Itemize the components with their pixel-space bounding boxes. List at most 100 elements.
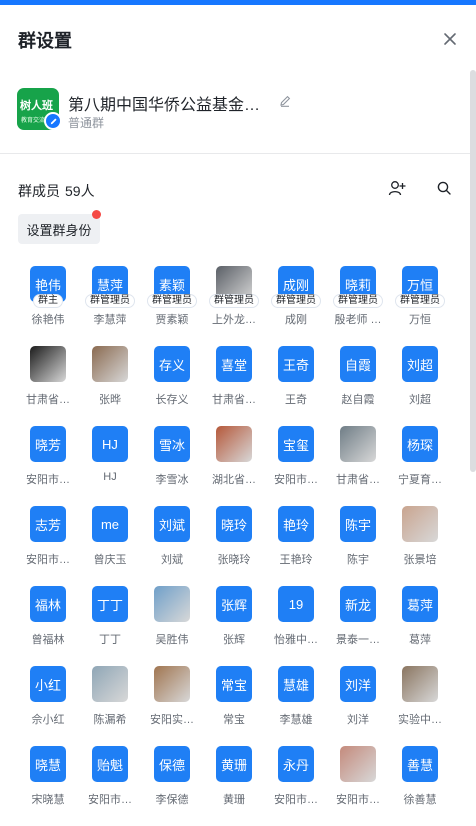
- member-item[interactable]: 存义 长存义: [141, 340, 203, 420]
- member-item[interactable]: 刘超 刘超: [389, 340, 451, 420]
- member-item[interactable]: 张辉 张辉: [203, 580, 265, 660]
- member-item[interactable]: 自霞 赵自霞: [327, 340, 389, 420]
- member-item[interactable]: 张晔: [79, 340, 141, 420]
- member-item[interactable]: 陈宇 陈宇: [327, 500, 389, 580]
- member-item[interactable]: 福林 曾福林: [17, 580, 79, 660]
- avatar-edit-button[interactable]: [44, 112, 62, 130]
- member-item[interactable]: 张景培: [389, 500, 451, 580]
- member-avatar: [216, 426, 252, 462]
- member-item[interactable]: 常宝 常宝: [203, 660, 265, 740]
- member-name: 张辉: [223, 634, 245, 646]
- member-name: 李雪冰: [155, 474, 189, 486]
- pencil-icon: [50, 117, 57, 124]
- members-count: 59人: [65, 183, 95, 199]
- member-item[interactable]: 素颖 群管理员 贾素颖: [141, 260, 203, 340]
- member-item[interactable]: 杨琛 宁夏育…: [389, 420, 451, 500]
- scrollbar[interactable]: [470, 70, 476, 472]
- member-item[interactable]: 志芳 安阳市…: [17, 500, 79, 580]
- member-name: 安阳市…: [274, 474, 318, 486]
- member-name: 李慧萍: [93, 314, 127, 326]
- member-item[interactable]: 新龙 景泰一…: [327, 580, 389, 660]
- member-item[interactable]: 喜堂 甘肃省…: [203, 340, 265, 420]
- member-name: 甘肃省…: [212, 394, 256, 406]
- member-item[interactable]: 吴胜伟: [141, 580, 203, 660]
- member-item[interactable]: 19 怡雅中…: [265, 580, 327, 660]
- notification-dot: [92, 210, 101, 219]
- member-avatar: 晓芳: [30, 426, 66, 462]
- member-avatar: [340, 746, 376, 782]
- member-name: HJ: [103, 471, 117, 483]
- member-name: 曾福林: [31, 634, 65, 646]
- member-item[interactable]: 葛萍 葛萍: [389, 580, 451, 660]
- member-name: 成刚: [285, 314, 307, 326]
- member-item[interactable]: 晓玲 张晓玲: [203, 500, 265, 580]
- member-name: 王奇: [285, 394, 307, 406]
- member-item[interactable]: 甘肃省…: [327, 420, 389, 500]
- member-name: 张景培: [403, 554, 437, 566]
- members-label: 群成员: [18, 183, 60, 199]
- member-item[interactable]: 实验中…: [389, 660, 451, 740]
- member-avatar: 黄珊: [216, 746, 252, 782]
- member-name: 甘肃省…: [336, 474, 380, 486]
- member-item[interactable]: 丁丁 丁丁: [79, 580, 141, 660]
- member-item[interactable]: 艳伟 群主 徐艳伟: [17, 260, 79, 340]
- member-name: 贾素颖: [155, 314, 189, 326]
- member-avatar: [92, 346, 128, 382]
- member-item[interactable]: me 曾庆玉: [79, 500, 141, 580]
- member-item[interactable]: 万恒 群管理员 万恒: [389, 260, 451, 340]
- member-item[interactable]: 慧萍 群管理员 李慧萍: [79, 260, 141, 340]
- member-avatar: 宝玺: [278, 426, 314, 462]
- member-item[interactable]: 成刚 群管理员 成刚: [265, 260, 327, 340]
- member-role-badge: 群管理员: [395, 294, 445, 308]
- set-identity-button[interactable]: 设置群身份: [18, 214, 100, 244]
- member-item[interactable]: 晓慧 宋晓慧: [17, 740, 79, 820]
- member-item[interactable]: 善慧 徐善慧: [389, 740, 451, 820]
- member-item[interactable]: 群管理员 上外龙…: [203, 260, 265, 340]
- member-item[interactable]: HJ HJ: [79, 420, 141, 500]
- member-item[interactable]: 湖北省…: [203, 420, 265, 500]
- pencil-icon[interactable]: [278, 94, 292, 108]
- member-item[interactable]: 永丹 安阳市…: [265, 740, 327, 820]
- member-avatar: 刘超: [402, 346, 438, 382]
- member-item[interactable]: 王奇 王奇: [265, 340, 327, 420]
- member-item[interactable]: 黄珊 黄珊: [203, 740, 265, 820]
- member-name: 王艳玲: [279, 554, 313, 566]
- member-avatar: me: [92, 506, 128, 542]
- member-avatar: 存义: [154, 346, 190, 382]
- member-avatar: 保德: [154, 746, 190, 782]
- member-item[interactable]: 安阳市…: [327, 740, 389, 820]
- close-icon[interactable]: [440, 29, 460, 49]
- member-avatar: 艳玲: [278, 506, 314, 542]
- search-icon[interactable]: [436, 180, 452, 196]
- member-avatar: [154, 666, 190, 702]
- member-name: 李慧雄: [279, 714, 313, 726]
- member-item[interactable]: 安阳实…: [141, 660, 203, 740]
- member-name: 宁夏育…: [398, 474, 442, 486]
- member-item[interactable]: 艳玲 王艳玲: [265, 500, 327, 580]
- group-info: 树人班 教育交流 第八期中国华侨公益基金… 普通群: [0, 78, 476, 154]
- member-item[interactable]: 小红 佘小红: [17, 660, 79, 740]
- member-item[interactable]: 宝玺安阳市…: [265, 420, 327, 500]
- member-name: 万恒: [409, 314, 431, 326]
- member-name: 安阳市…: [26, 474, 70, 486]
- member-name: 安阳市…: [336, 794, 380, 806]
- member-item[interactable]: 晓莉 群管理员 殷老师 …: [327, 260, 389, 340]
- member-item[interactable]: 雪冰 李雪冰: [141, 420, 203, 500]
- member-item[interactable]: 保德 李保德: [141, 740, 203, 820]
- member-avatar: 陈宇: [340, 506, 376, 542]
- member-avatar: [92, 666, 128, 702]
- member-item[interactable]: 甘肃省…: [17, 340, 79, 420]
- member-item[interactable]: 贻魁 安阳市…: [79, 740, 141, 820]
- member-name: 常宝: [223, 714, 245, 726]
- member-item[interactable]: 慧雄 李慧雄: [265, 660, 327, 740]
- member-name: 上外龙…: [212, 314, 256, 326]
- member-avatar: 福林: [30, 586, 66, 622]
- member-item[interactable]: 刘洋 刘洋: [327, 660, 389, 740]
- member-item[interactable]: 刘斌 刘斌: [141, 500, 203, 580]
- add-member-icon[interactable]: [388, 179, 406, 197]
- member-name: 丁丁: [99, 634, 121, 646]
- member-role-badge: 群管理员: [85, 294, 135, 308]
- member-name: 湖北省…: [212, 474, 256, 486]
- member-item[interactable]: 陈漏希: [79, 660, 141, 740]
- member-item[interactable]: 晓芳安阳市…: [17, 420, 79, 500]
